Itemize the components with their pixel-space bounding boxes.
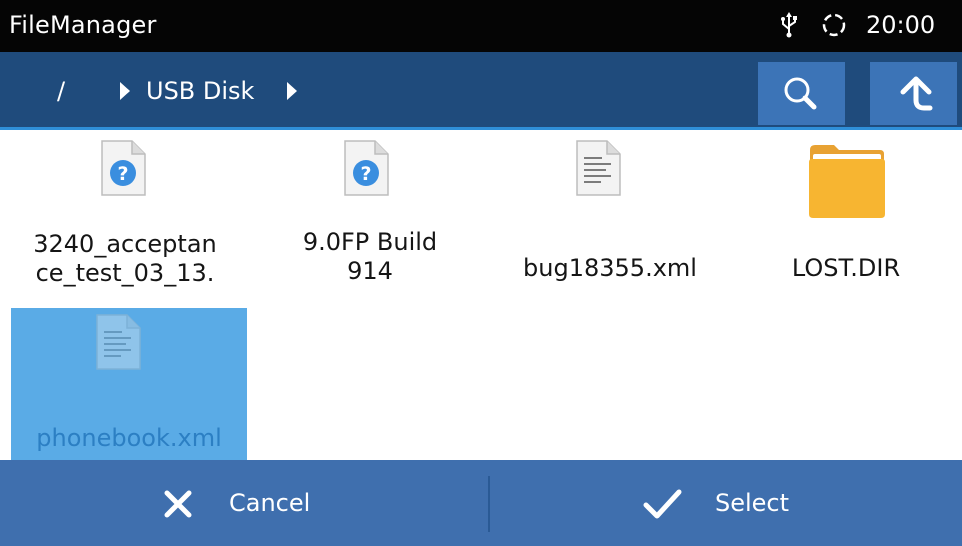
status-bar: FileManager 20:00 bbox=[0, 0, 962, 52]
file-name-line: 914 bbox=[347, 257, 393, 285]
breadcrumb-separator-icon bbox=[120, 82, 130, 100]
cancel-button[interactable]: Cancel bbox=[0, 460, 488, 546]
cancel-label: Cancel bbox=[229, 489, 311, 517]
file-item[interactable]: ? 3240_acceptan ce_test_03_13. bbox=[0, 132, 250, 302]
text-file-icon bbox=[96, 314, 141, 370]
file-item-selected[interactable]: phonebook.xml bbox=[11, 308, 247, 460]
unknown-file-icon: ? bbox=[344, 140, 389, 196]
breadcrumb-separator-icon bbox=[287, 82, 297, 100]
app-title: FileManager bbox=[9, 11, 157, 39]
path-bar: / USB Disk bbox=[0, 52, 962, 130]
svg-text:?: ? bbox=[360, 163, 371, 185]
file-name: LOST.DIR bbox=[791, 254, 901, 282]
file-name-line: 9.0FP Build bbox=[302, 228, 438, 256]
svg-text:?: ? bbox=[117, 163, 128, 185]
up-button[interactable] bbox=[870, 62, 957, 125]
search-icon bbox=[784, 77, 817, 110]
file-item[interactable]: ? 9.0FP Build 914 bbox=[250, 132, 490, 302]
select-label: Select bbox=[715, 489, 790, 517]
unknown-file-icon: ? bbox=[101, 140, 146, 196]
usb-icon bbox=[781, 12, 797, 38]
breadcrumb-usb-disk[interactable]: USB Disk bbox=[146, 77, 254, 105]
folder-icon bbox=[809, 145, 885, 218]
file-name: bug18355.xml bbox=[523, 254, 697, 282]
file-name-line: 3240_acceptan bbox=[33, 230, 217, 258]
up-arrow-icon bbox=[900, 76, 933, 111]
checkmark-icon bbox=[643, 489, 682, 519]
file-name: phonebook.xml bbox=[36, 424, 222, 452]
sync-icon bbox=[822, 13, 846, 37]
breadcrumb-root[interactable]: / bbox=[57, 77, 65, 105]
file-name-line: ce_test_03_13. bbox=[35, 259, 215, 287]
file-item[interactable]: bug18355.xml bbox=[490, 132, 730, 302]
search-button[interactable] bbox=[758, 62, 845, 125]
clock: 20:00 bbox=[866, 11, 936, 39]
bottom-action-bar: Cancel Select bbox=[0, 460, 962, 546]
text-file-icon bbox=[576, 140, 621, 196]
file-item[interactable]: LOST.DIR bbox=[730, 132, 962, 302]
select-button[interactable]: Select bbox=[490, 460, 962, 546]
close-icon bbox=[164, 490, 192, 518]
